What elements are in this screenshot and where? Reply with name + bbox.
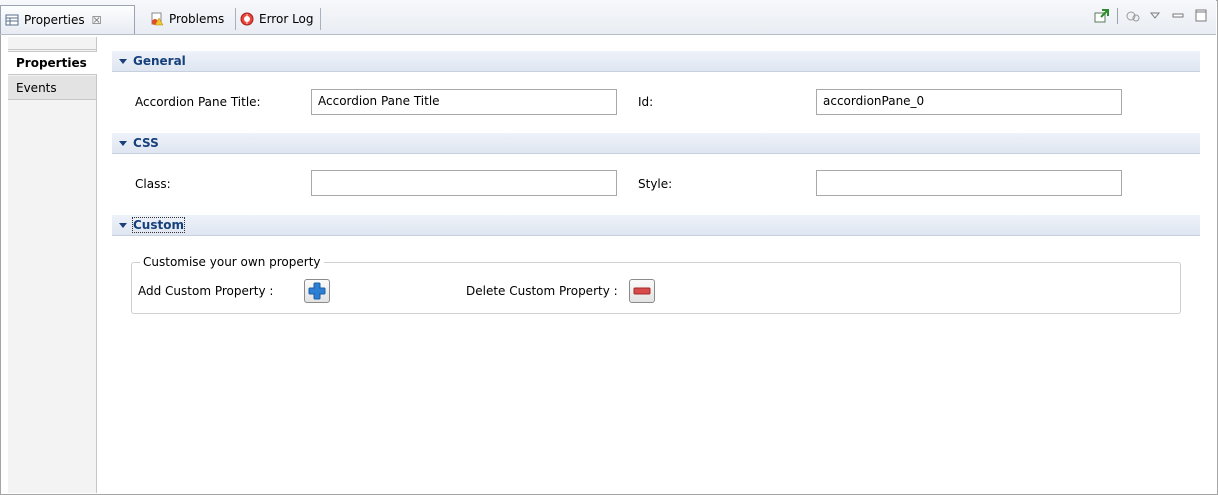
tab-problems-label: Problems — [169, 12, 225, 26]
class-label: Class: — [135, 177, 171, 191]
problems-icon — [150, 12, 164, 26]
section-css-header[interactable]: CSS — [112, 133, 1200, 154]
error-log-icon — [240, 12, 254, 26]
expand-arrow-icon — [119, 222, 127, 228]
expand-arrow-icon — [119, 58, 127, 64]
expand-arrow-icon — [119, 140, 127, 146]
section-general-title: General — [133, 54, 186, 68]
delete-custom-property-label: Delete Custom Property : — [466, 284, 618, 298]
tab-properties[interactable]: Properties ☒ — [0, 5, 135, 34]
tab-problems[interactable]: Problems — [146, 5, 234, 33]
view-tab-bar: Properties ☒ Problems Error Log — [0, 0, 1216, 35]
property-tab-events[interactable]: Events — [8, 76, 96, 100]
properties-icon — [5, 13, 19, 27]
minus-icon — [633, 282, 651, 303]
section-css-title: CSS — [133, 136, 159, 150]
section-custom-header[interactable]: Custom — [112, 215, 1200, 236]
custom-property-group-label: Customise your own property — [140, 255, 324, 269]
filter-icon[interactable] — [1125, 8, 1141, 24]
minimize-icon[interactable] — [1171, 8, 1187, 24]
id-label: Id: — [638, 95, 654, 109]
accordion-pane-title-label: Accordion Pane Title: — [135, 95, 261, 109]
plus-icon — [308, 282, 326, 303]
properties-view — [0, 0, 1218, 495]
delete-custom-property-button[interactable] — [629, 279, 655, 303]
add-custom-property-button[interactable] — [304, 279, 330, 303]
view-menu-icon[interactable] — [1148, 8, 1164, 24]
add-custom-property-label: Add Custom Property : — [138, 284, 274, 298]
accordion-pane-title-input[interactable]: Accordion Pane Title — [311, 89, 617, 115]
style-input[interactable] — [816, 170, 1122, 196]
id-input[interactable]: accordionPane_0 — [816, 89, 1122, 115]
close-icon[interactable]: ☒ — [92, 14, 102, 27]
custom-property-group — [131, 262, 1181, 314]
property-tab-properties[interactable]: Properties — [8, 51, 97, 75]
property-tab-list — [8, 37, 97, 493]
view-toolbar — [1094, 8, 1210, 24]
section-general-header[interactable]: General — [112, 51, 1200, 72]
tab-error-log[interactable]: Error Log — [236, 5, 320, 33]
pin-icon[interactable] — [1094, 8, 1110, 24]
tab-properties-label: Properties — [24, 13, 85, 27]
section-custom-title: Custom — [132, 217, 185, 233]
class-input[interactable] — [311, 170, 617, 196]
tab-error-log-label: Error Log — [259, 12, 314, 26]
style-label: Style: — [638, 177, 673, 191]
maximize-icon[interactable] — [1194, 8, 1210, 24]
